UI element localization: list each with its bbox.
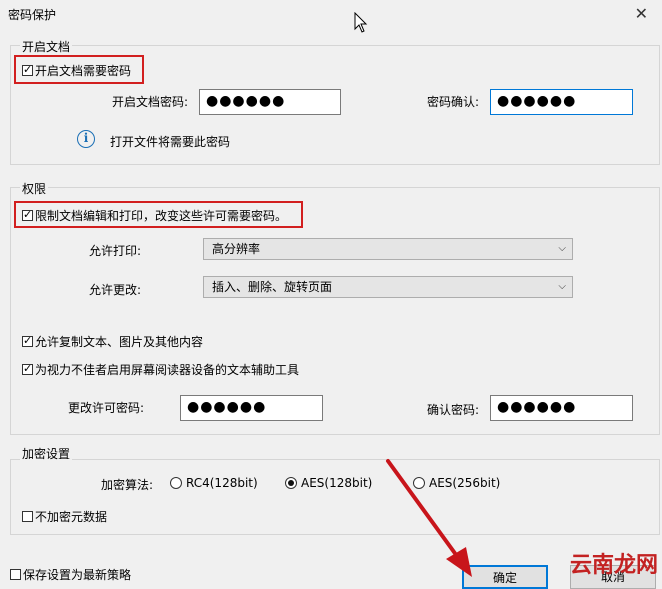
radio-aes128-dot[interactable] [285, 477, 297, 489]
open-confirm-field[interactable]: ●●●●●● [490, 89, 633, 115]
open-password-label: 开启文档密码: [112, 95, 189, 109]
open-document-legend: 开启文档 [20, 38, 73, 55]
no-metadata-checkbox[interactable]: 不加密元数据 [22, 508, 107, 525]
change-select-value: 插入、删除、旋转页面 [212, 280, 333, 294]
accessibility-check[interactable] [22, 362, 33, 376]
close-icon[interactable]: ✕ [635, 4, 648, 23]
radio-aes128-label: AES(128bit) [301, 476, 373, 490]
print-select-value: 高分辨率 [212, 242, 261, 256]
info-text: 打开文件将需要此密码 [110, 135, 231, 149]
copy-check[interactable] [22, 334, 33, 348]
radio-rc4-dot[interactable] [170, 477, 182, 489]
radio-aes128[interactable]: AES(128bit) [285, 476, 372, 490]
no-metadata-check[interactable] [22, 511, 33, 522]
algorithm-label: 加密算法: [101, 478, 154, 492]
accessibility-label: 为视力不佳者启用屏幕阅读器设备的文本辅助工具 [35, 363, 300, 377]
no-metadata-label: 不加密元数据 [35, 510, 108, 524]
restrict-checkbox[interactable]: 限制文档编辑和打印，改变这些许可需要密码。 [22, 207, 287, 224]
require-password-checkbox[interactable]: 开启文档需要密码 [22, 62, 131, 79]
save-policy-checkbox[interactable]: 保存设置为最新策略 [10, 566, 131, 583]
copy-checkbox[interactable]: 允许复制文本、图片及其他内容 [22, 333, 203, 350]
open-password-field[interactable]: ●●●●●● [199, 89, 341, 115]
print-label: 允许打印: [89, 244, 142, 258]
change-password-label: 更改许可密码: [68, 401, 145, 415]
save-policy-label: 保存设置为最新策略 [23, 568, 132, 582]
change-label: 允许更改: [89, 283, 142, 297]
window-title: 密码保护 [8, 8, 57, 22]
require-password-check[interactable] [22, 63, 33, 77]
encryption-legend: 加密设置 [20, 445, 73, 462]
change-password-field[interactable]: ●●●●●● [180, 395, 323, 421]
restrict-check[interactable] [22, 208, 33, 222]
chevron-down-icon: ⌵ [558, 281, 566, 292]
encryption-group [10, 459, 660, 535]
require-password-label: 开启文档需要密码 [35, 64, 132, 78]
radio-rc4[interactable]: RC4(128bit) [170, 476, 258, 490]
mouse-cursor-icon [354, 12, 368, 33]
red-arrow-annotation [386, 459, 472, 577]
radio-rc4-label: RC4(128bit) [186, 476, 258, 490]
chevron-down-icon: ⌵ [558, 243, 566, 254]
permissions-legend: 权限 [20, 180, 49, 197]
info-icon: i [77, 130, 95, 148]
print-select[interactable]: 高分辨率 ⌵ [203, 238, 573, 260]
permissions-confirm-field[interactable]: ●●●●●● [490, 395, 633, 421]
open-confirm-label: 密码确认: [427, 95, 480, 109]
accessibility-checkbox[interactable]: 为视力不佳者启用屏幕阅读器设备的文本辅助工具 [22, 361, 299, 378]
change-select[interactable]: 插入、删除、旋转页面 ⌵ [203, 276, 573, 298]
permissions-confirm-label: 确认密码: [427, 403, 480, 417]
restrict-label: 限制文档编辑和打印，改变这些许可需要密码。 [35, 209, 288, 223]
save-policy-check[interactable] [10, 569, 21, 580]
watermark-logo: 云南龙网 [569, 553, 658, 578]
copy-label: 允许复制文本、图片及其他内容 [35, 335, 204, 349]
